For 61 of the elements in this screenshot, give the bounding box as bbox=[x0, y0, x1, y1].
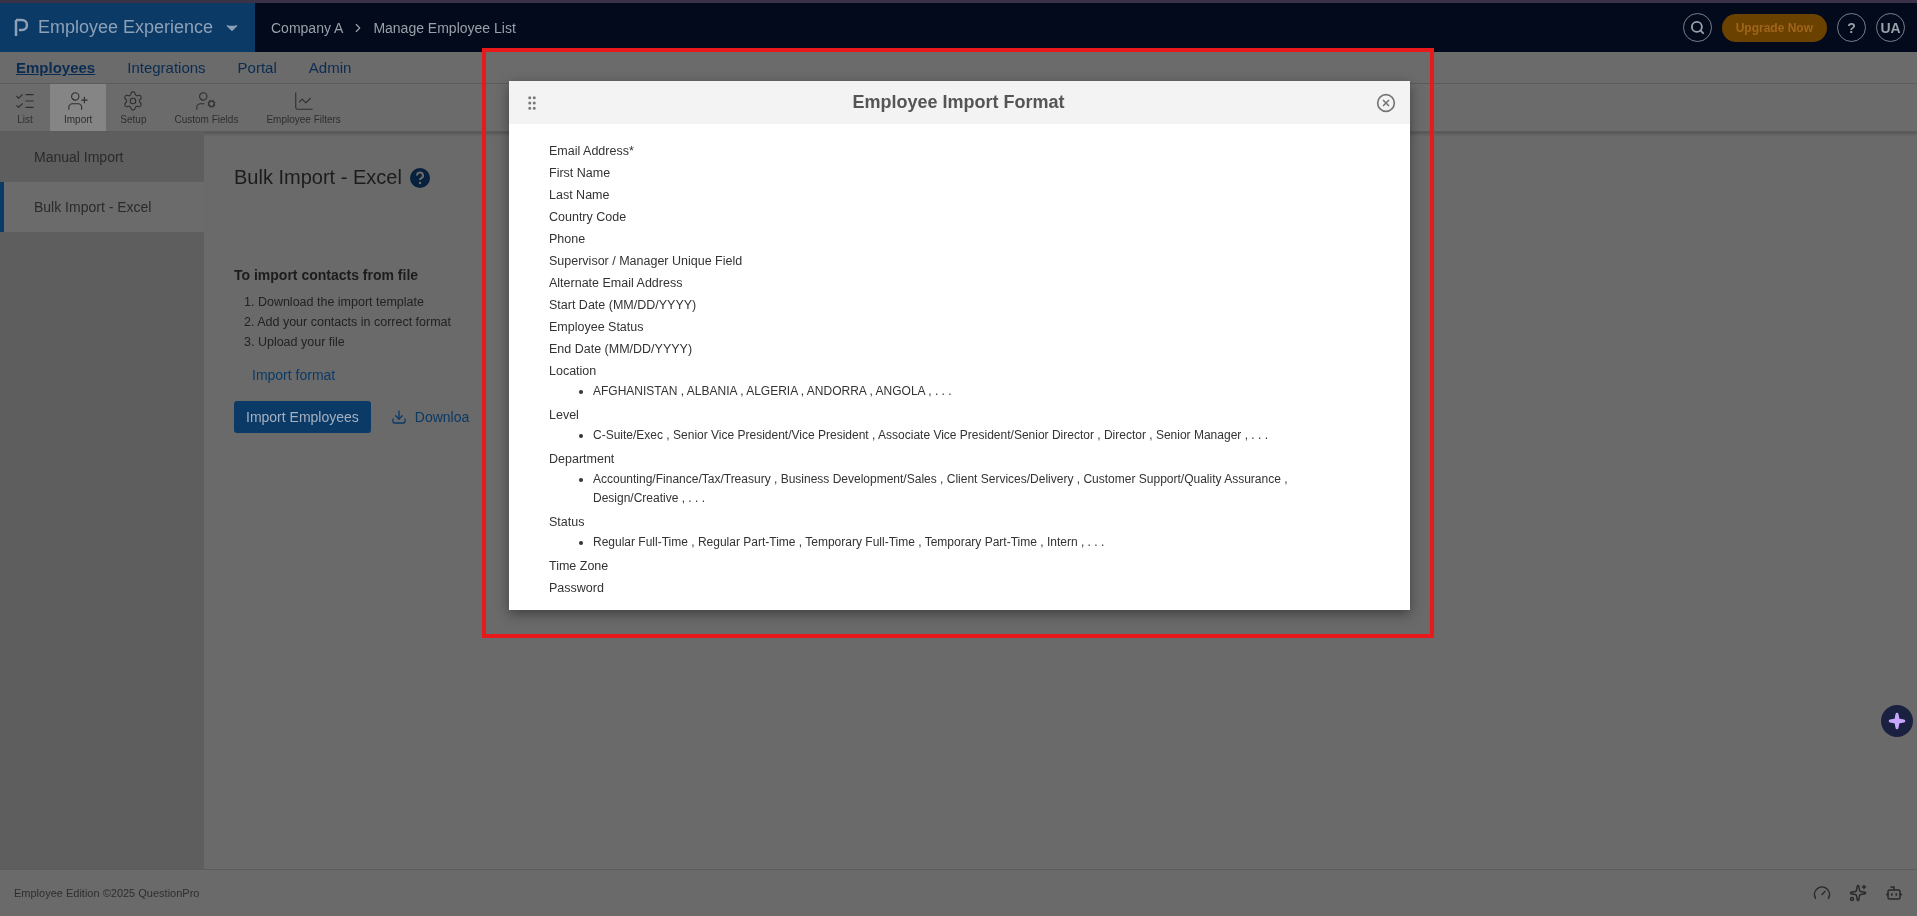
bullet-icon bbox=[579, 434, 583, 438]
field-name: End Date (MM/DD/YYYY) bbox=[549, 341, 694, 358]
field-name: Phone bbox=[549, 231, 587, 248]
nav-tab[interactable]: Integrations bbox=[127, 59, 206, 76]
user-cog-icon bbox=[195, 90, 218, 112]
line-chart-icon bbox=[292, 90, 315, 112]
toolbar-button[interactable]: Import bbox=[50, 84, 107, 131]
sparkle-icon bbox=[1888, 712, 1906, 730]
toolbar-button[interactable]: Employee Filters bbox=[252, 84, 355, 131]
import-employees-button[interactable]: Import Employees bbox=[234, 401, 371, 433]
field-options: Accounting/Finance/Tax/Treasury , Business Development/Sales , Client Services/Delivery , Customer Support/Quality Assurance , Design/Creative , . . . bbox=[593, 470, 1370, 508]
field-name: Employee Status bbox=[549, 319, 645, 336]
field-name: Country Code bbox=[549, 209, 628, 226]
field-name: Supervisor / Manager Unique Field bbox=[549, 253, 744, 270]
instructions-heading: To import contacts from file bbox=[234, 267, 419, 283]
page-title: Bulk Import - Excel bbox=[234, 166, 402, 189]
bullet-icon bbox=[579, 390, 583, 394]
toolbar-button[interactable]: List bbox=[0, 84, 50, 131]
settings-icon bbox=[122, 90, 145, 112]
field-options: AFGHANISTAN , ALBANIA , ALGERIA , ANDORRA , ANGOLA , . . . bbox=[593, 382, 952, 401]
field-name: Start Date (MM/DD/YYYY) bbox=[549, 297, 698, 314]
sidebar-item[interactable]: Bulk Import - Excel bbox=[0, 182, 204, 232]
breadcrumb-item[interactable]: Company A bbox=[271, 19, 344, 36]
nav-tab[interactable]: Employees bbox=[16, 59, 96, 76]
gauge-icon[interactable] bbox=[1813, 884, 1831, 902]
field-options: Regular Full-Time , Regular Part-Time , Temporary Full-Time , Temporary Part-Time , Intern , . . . bbox=[593, 533, 1105, 552]
assistant-button[interactable] bbox=[1881, 705, 1913, 737]
user-plus-icon bbox=[67, 90, 90, 112]
nav-tab[interactable]: Portal bbox=[237, 59, 277, 76]
footer-text: Employee Edition ©2025 QuestionPro bbox=[14, 887, 200, 899]
import-format-link[interactable]: Import format bbox=[252, 367, 336, 383]
field-name: Status bbox=[549, 514, 586, 531]
logo-icon bbox=[14, 17, 28, 38]
toolbar-button[interactable]: Setup bbox=[106, 84, 161, 131]
field-name: Email Address* bbox=[549, 143, 635, 160]
field-name: Time Zone bbox=[549, 558, 610, 575]
field-options: C-Suite/Exec , Senior Vice President/Vice President , Associate Vice President/Senior Director , Director , Senior Manager , . . . bbox=[593, 426, 1268, 445]
breadcrumb-item: Manage Employee List bbox=[373, 19, 516, 36]
instruction-step: 1. Download the import template bbox=[244, 295, 452, 309]
close-icon[interactable] bbox=[1376, 92, 1396, 113]
bot-icon[interactable] bbox=[1885, 884, 1903, 902]
product-name: Employee Experience bbox=[37, 17, 214, 38]
field-name: Alternate Email Address bbox=[549, 275, 684, 292]
field-name: Last Name bbox=[549, 187, 611, 204]
sparkles-icon[interactable] bbox=[1849, 884, 1867, 902]
instruction-step: 2. Add your contacts in correct format bbox=[244, 315, 452, 329]
field-name: Location bbox=[549, 363, 598, 380]
field-name: First Name bbox=[549, 165, 612, 182]
bullet-icon bbox=[579, 541, 583, 545]
dialog-title: Employee Import Format bbox=[851, 92, 1066, 113]
search-icon bbox=[1689, 20, 1705, 35]
nav-tab[interactable]: Admin bbox=[308, 59, 352, 76]
toolbar-button[interactable]: Custom Fields bbox=[160, 84, 253, 131]
download-icon bbox=[390, 409, 407, 425]
bullet-icon bbox=[579, 478, 583, 482]
field-name: Password bbox=[549, 580, 605, 597]
field-name: Department bbox=[549, 451, 616, 468]
download-link[interactable]: Downloa bbox=[390, 409, 470, 425]
help-icon[interactable] bbox=[409, 167, 430, 188]
instruction-step: 3. Upload your file bbox=[244, 335, 452, 349]
field-name: Level bbox=[549, 407, 580, 424]
